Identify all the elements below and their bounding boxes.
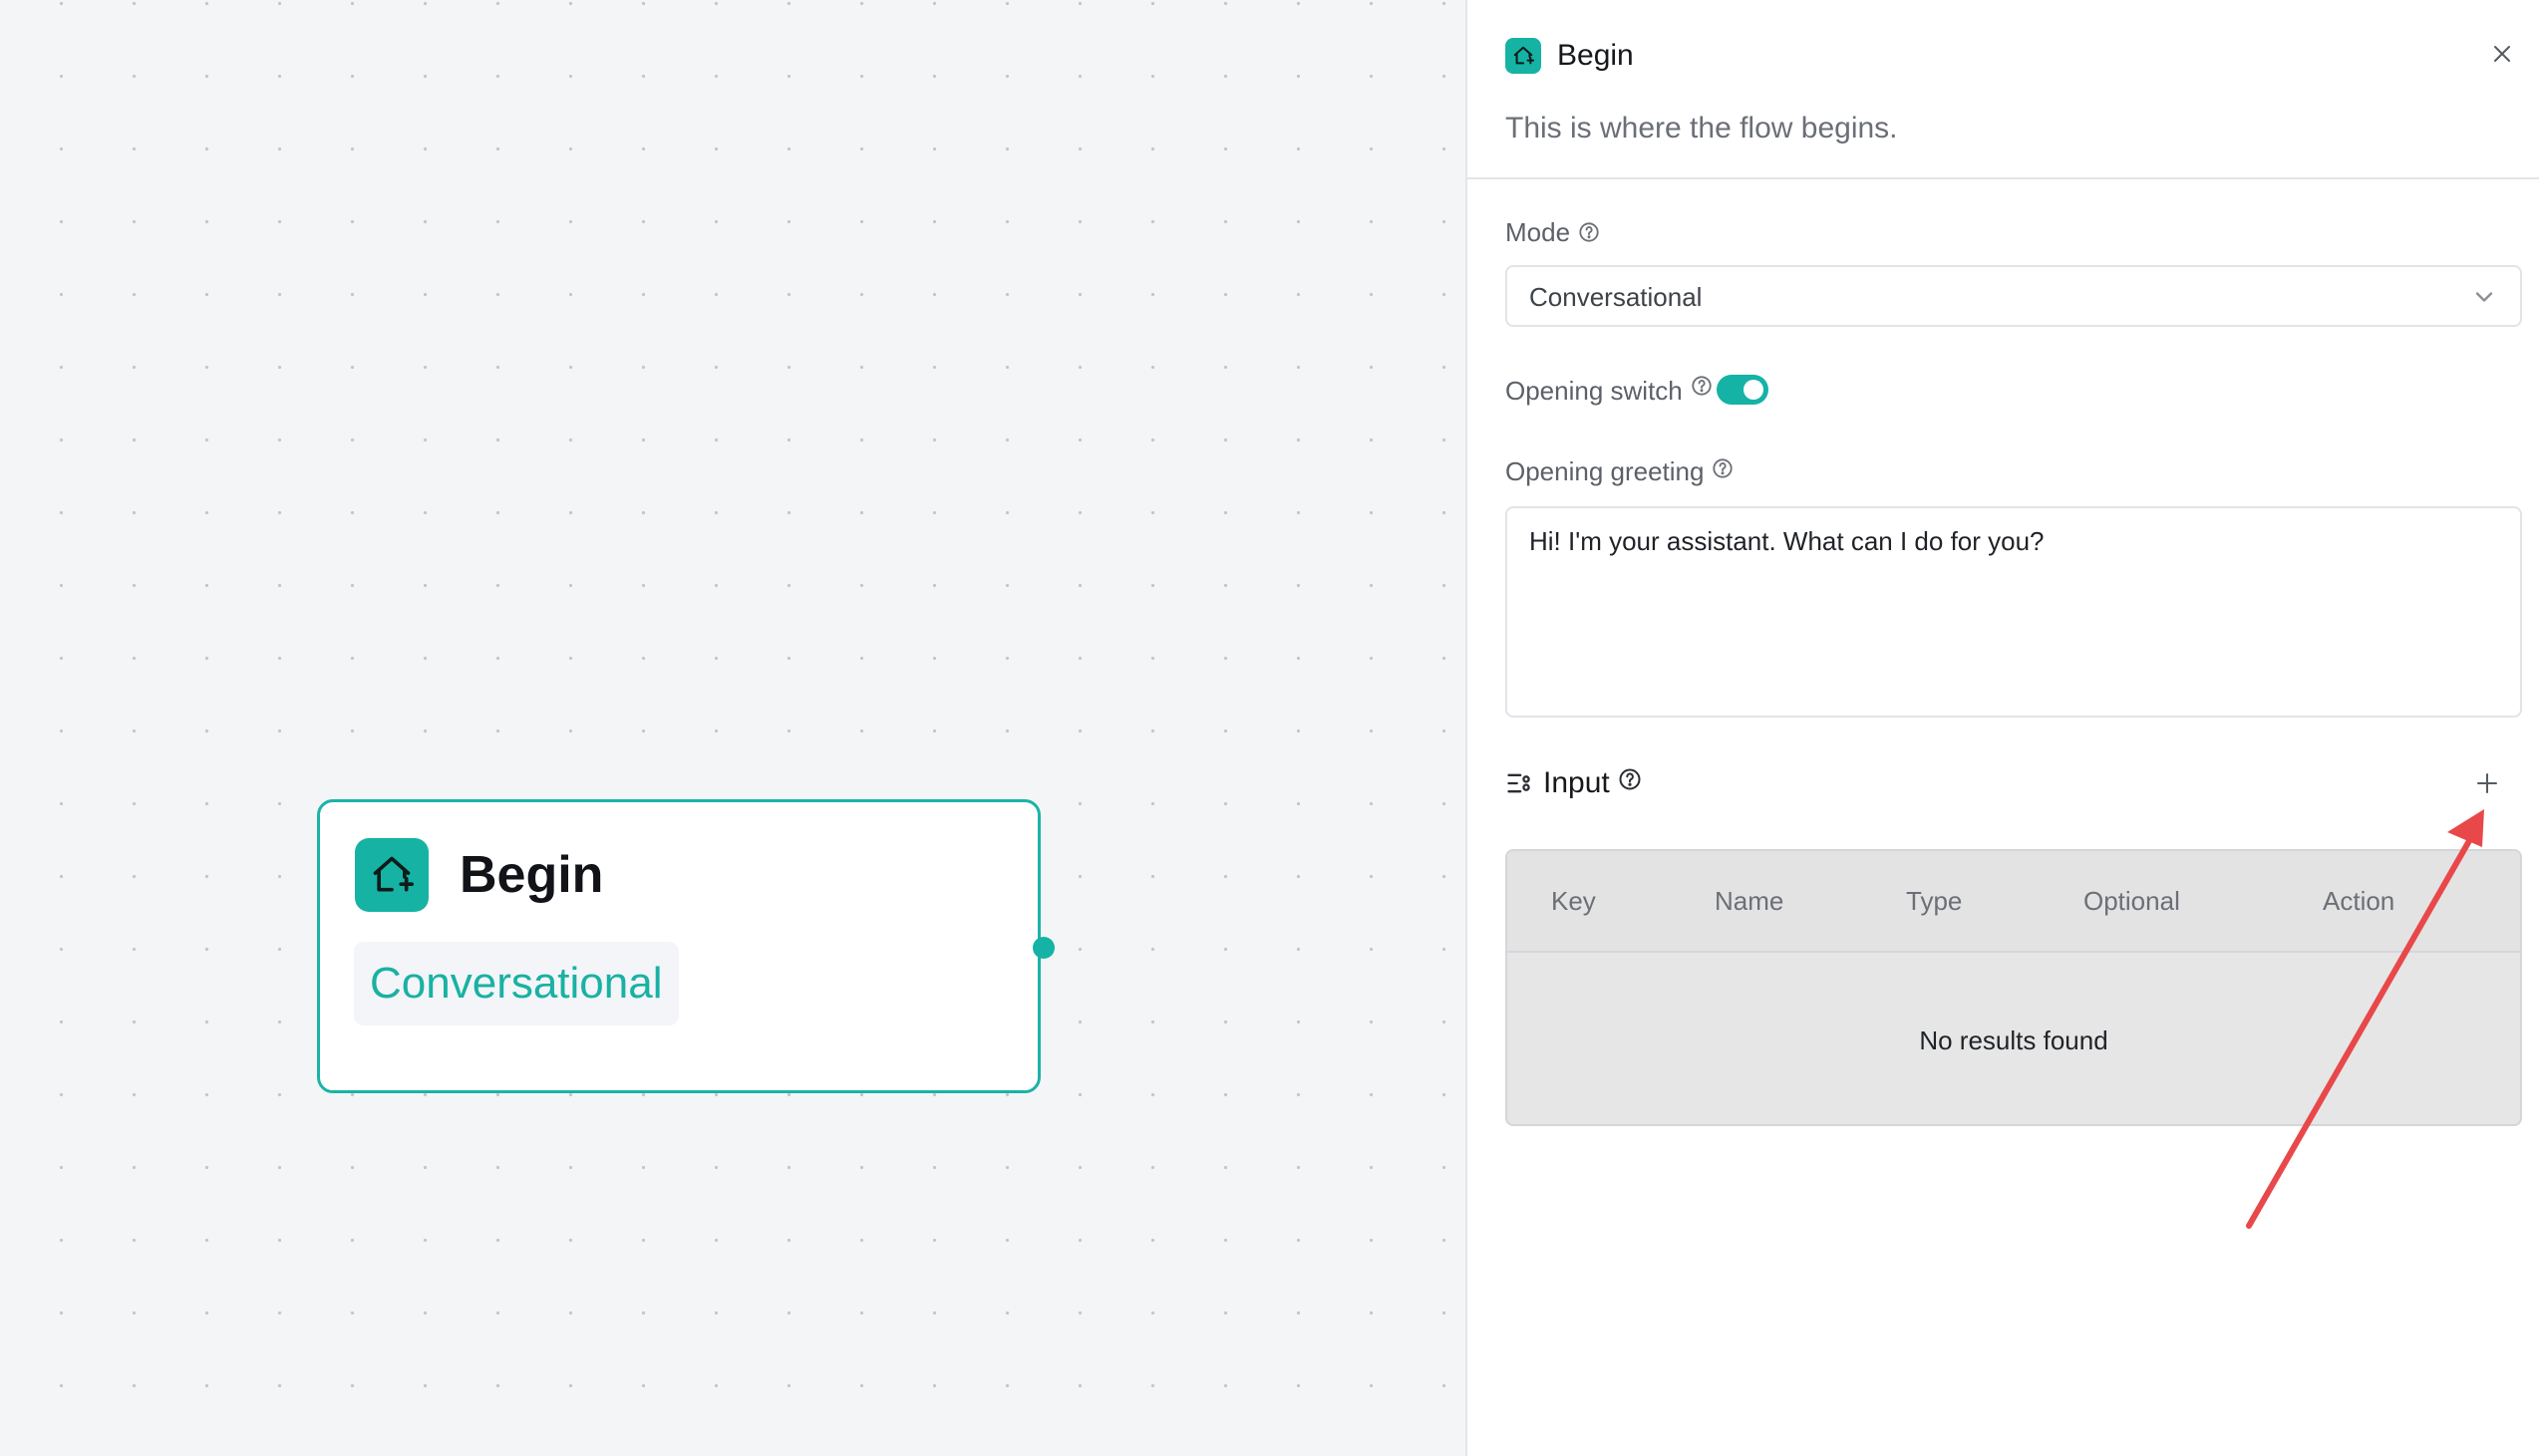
empty-state: No results found xyxy=(1919,1025,2108,1055)
begin-node[interactable]: Begin Conversational xyxy=(317,799,1041,1093)
mode-select-value: Conversational xyxy=(1529,282,1703,312)
chevron-down-icon xyxy=(2475,292,2493,302)
mode-label: Mode xyxy=(1505,215,1600,249)
properties-panel: Begin This is where the flow begins. Mod… xyxy=(1465,0,2539,1456)
input-title-text: Input xyxy=(1543,766,1610,799)
close-icon xyxy=(2494,46,2510,62)
flow-canvas[interactable]: Begin Conversational xyxy=(0,0,1465,1456)
panel-title: Begin xyxy=(1557,39,1634,72)
panel-header: Begin This is where the flow begins. xyxy=(1467,0,2539,179)
help-icon[interactable] xyxy=(1618,767,1642,791)
node-mode-tag: Conversational xyxy=(354,942,679,1025)
panel-description: This is where the flow begins. xyxy=(1505,112,1898,145)
column-header-name: Name xyxy=(1715,886,1784,916)
opening-greeting-label: Opening greeting xyxy=(1505,454,1734,488)
plus-icon xyxy=(2477,773,2497,793)
column-header-optional: Optional xyxy=(2083,886,2180,916)
add-input-button[interactable] xyxy=(2471,767,2503,799)
help-icon[interactable] xyxy=(1691,375,1713,397)
opening-greeting-label-text: Opening greeting xyxy=(1505,456,1705,486)
app-root: Begin Conversational Begin This is where… xyxy=(0,0,2539,1456)
close-button[interactable] xyxy=(2486,38,2518,70)
opening-switch-label-text: Opening switch xyxy=(1505,376,1683,406)
opening-switch-toggle[interactable] xyxy=(1717,375,1768,405)
column-header-key: Key xyxy=(1551,886,1596,916)
input-table: Key Name Type Optional Action No results… xyxy=(1505,849,2522,1126)
help-icon[interactable] xyxy=(1712,457,1734,479)
toggle-knob xyxy=(1744,380,1763,400)
list-settings-icon xyxy=(1507,773,1530,793)
node-title: Begin xyxy=(460,846,604,904)
opening-switch-label: Opening switch xyxy=(1505,374,1713,408)
node-output-handle[interactable] xyxy=(1033,937,1055,959)
help-icon[interactable] xyxy=(1578,221,1600,243)
home-plus-icon xyxy=(1505,38,1541,74)
home-plus-icon xyxy=(355,838,429,912)
mode-select[interactable]: Conversational xyxy=(1505,265,2522,327)
column-header-action: Action xyxy=(2323,886,2395,916)
column-header-type: Type xyxy=(1906,886,1963,916)
input-section-title: Input xyxy=(1505,763,1642,803)
mode-label-text: Mode xyxy=(1505,217,1571,247)
table-header: Key Name Type Optional Action xyxy=(1507,851,2520,953)
opening-greeting-textarea[interactable]: Hi! I'm your assistant. What can I do fo… xyxy=(1505,506,2522,718)
